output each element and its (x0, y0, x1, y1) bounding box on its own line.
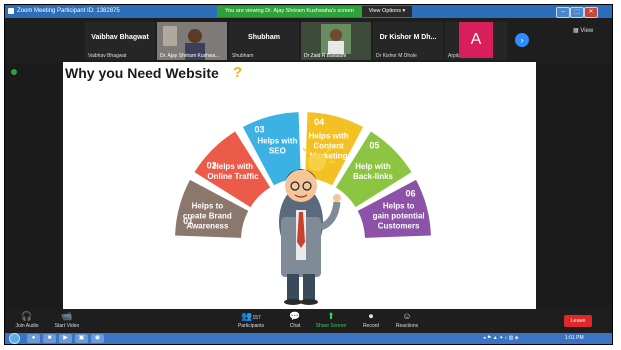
segment-label: Helps to (383, 201, 415, 210)
segment-label: Help with (355, 162, 391, 171)
close-button[interactable]: ✕ (584, 7, 598, 18)
system-tray: ◂ ⚑ ▲ ✦ ♪ ▥ ◈ (483, 335, 519, 341)
participant-tile[interactable]: Shubham Shubham (229, 22, 299, 60)
start-button[interactable] (9, 333, 20, 344)
start-video-button[interactable]: 📹 Start Video (45, 310, 89, 329)
segment-number: 05 (369, 141, 379, 151)
segment-label: Online Traffic (207, 172, 259, 181)
share-screen-button[interactable]: ⬆ Share Screen (309, 310, 353, 329)
segment-number: 06 (406, 189, 416, 199)
minimize-button[interactable]: – (556, 7, 570, 18)
participant-tile[interactable]: Vaibhav Bhagwat Vaibhav Bhagwat (85, 22, 155, 60)
view-button[interactable]: ▦ View (573, 27, 593, 34)
segment-label: Back-links (353, 172, 394, 181)
participant-tile[interactable]: Dr Kishor M Dh... Dr Kishor M Dhole (373, 22, 443, 60)
shared-slide: Why you Need Website ? 01 Helps to create … (63, 62, 536, 309)
benefits-wheel: 01Helps tocreate BrandAwareness02Helps w… (175, 112, 431, 305)
participant-tile[interactable]: Dr. Ajay Shriram Kushwa... (157, 22, 227, 60)
headphones-icon: 🎧 (21, 311, 33, 321)
segment-label: Content (314, 141, 345, 150)
segment-label: Helps with (257, 136, 297, 145)
zoom-window: Zoom Meeting Participant ID: 1382875 You… (4, 4, 613, 345)
participant-tile[interactable]: Dr Zaid R Balaadhi (301, 22, 371, 60)
participants-icon: 👥157 (241, 311, 261, 321)
segment-label: Awareness (186, 221, 229, 230)
screen-share-banner: You are viewing Dr. Ajay Shriram Kushwah… (217, 6, 362, 17)
taskbar-app-explorer-icon[interactable]: ■ (43, 334, 56, 343)
segment-label: Helps to (192, 201, 224, 210)
zoom-app-icon (8, 8, 14, 14)
share-screen-icon: ⬆ (327, 311, 335, 321)
participants-button[interactable]: 👥157 Participants (229, 310, 273, 329)
video-off-icon: 📹 (61, 311, 73, 321)
view-options-button[interactable]: View Options ▾ (362, 6, 412, 17)
segment-label: gain potential (373, 211, 425, 220)
segment-label: Helps with (213, 162, 253, 171)
leave-button[interactable]: Leave (564, 315, 592, 327)
chevron-right-icon[interactable]: › (515, 33, 529, 47)
avatar: A (459, 22, 493, 58)
segment-label: create Brand (183, 211, 232, 220)
encryption-shield-icon[interactable] (11, 69, 17, 75)
taskbar-clock: 1:01 PM (565, 335, 584, 341)
segment-label: SEO (269, 146, 286, 155)
title-bar: Zoom Meeting Participant ID: 1382875 You… (5, 5, 612, 18)
taskbar-app-zoom-icon[interactable]: ◉ (91, 334, 104, 343)
maximize-button[interactable]: ⬚ (570, 7, 584, 18)
windows-taskbar: ● ■ ▶ ▣ ◉ ◂ ⚑ ▲ ✦ ♪ ▥ ◈ 1:01 PM (5, 333, 612, 344)
segment-number: 03 (255, 124, 265, 134)
segment-number: 04 (314, 117, 324, 127)
meeting-controls-bar: 🎧 Join Audio 📹 Start Video 👥157 Particip… (5, 309, 612, 333)
taskbar-app-chrome-icon[interactable]: ● (27, 334, 40, 343)
reactions-button[interactable]: ☺ Reactions (385, 310, 429, 329)
taskbar-app-media-icon[interactable]: ▶ (59, 334, 72, 343)
segment-label: Customers (378, 221, 420, 230)
reactions-icon: ☺ (402, 311, 412, 321)
window-title: Zoom Meeting Participant ID: 1382875 (17, 8, 120, 14)
join-audio-button[interactable]: 🎧 Join Audio (5, 310, 49, 329)
taskbar-app-folder-icon[interactable]: ▣ (75, 334, 88, 343)
segment-label: Helps with (309, 131, 349, 140)
